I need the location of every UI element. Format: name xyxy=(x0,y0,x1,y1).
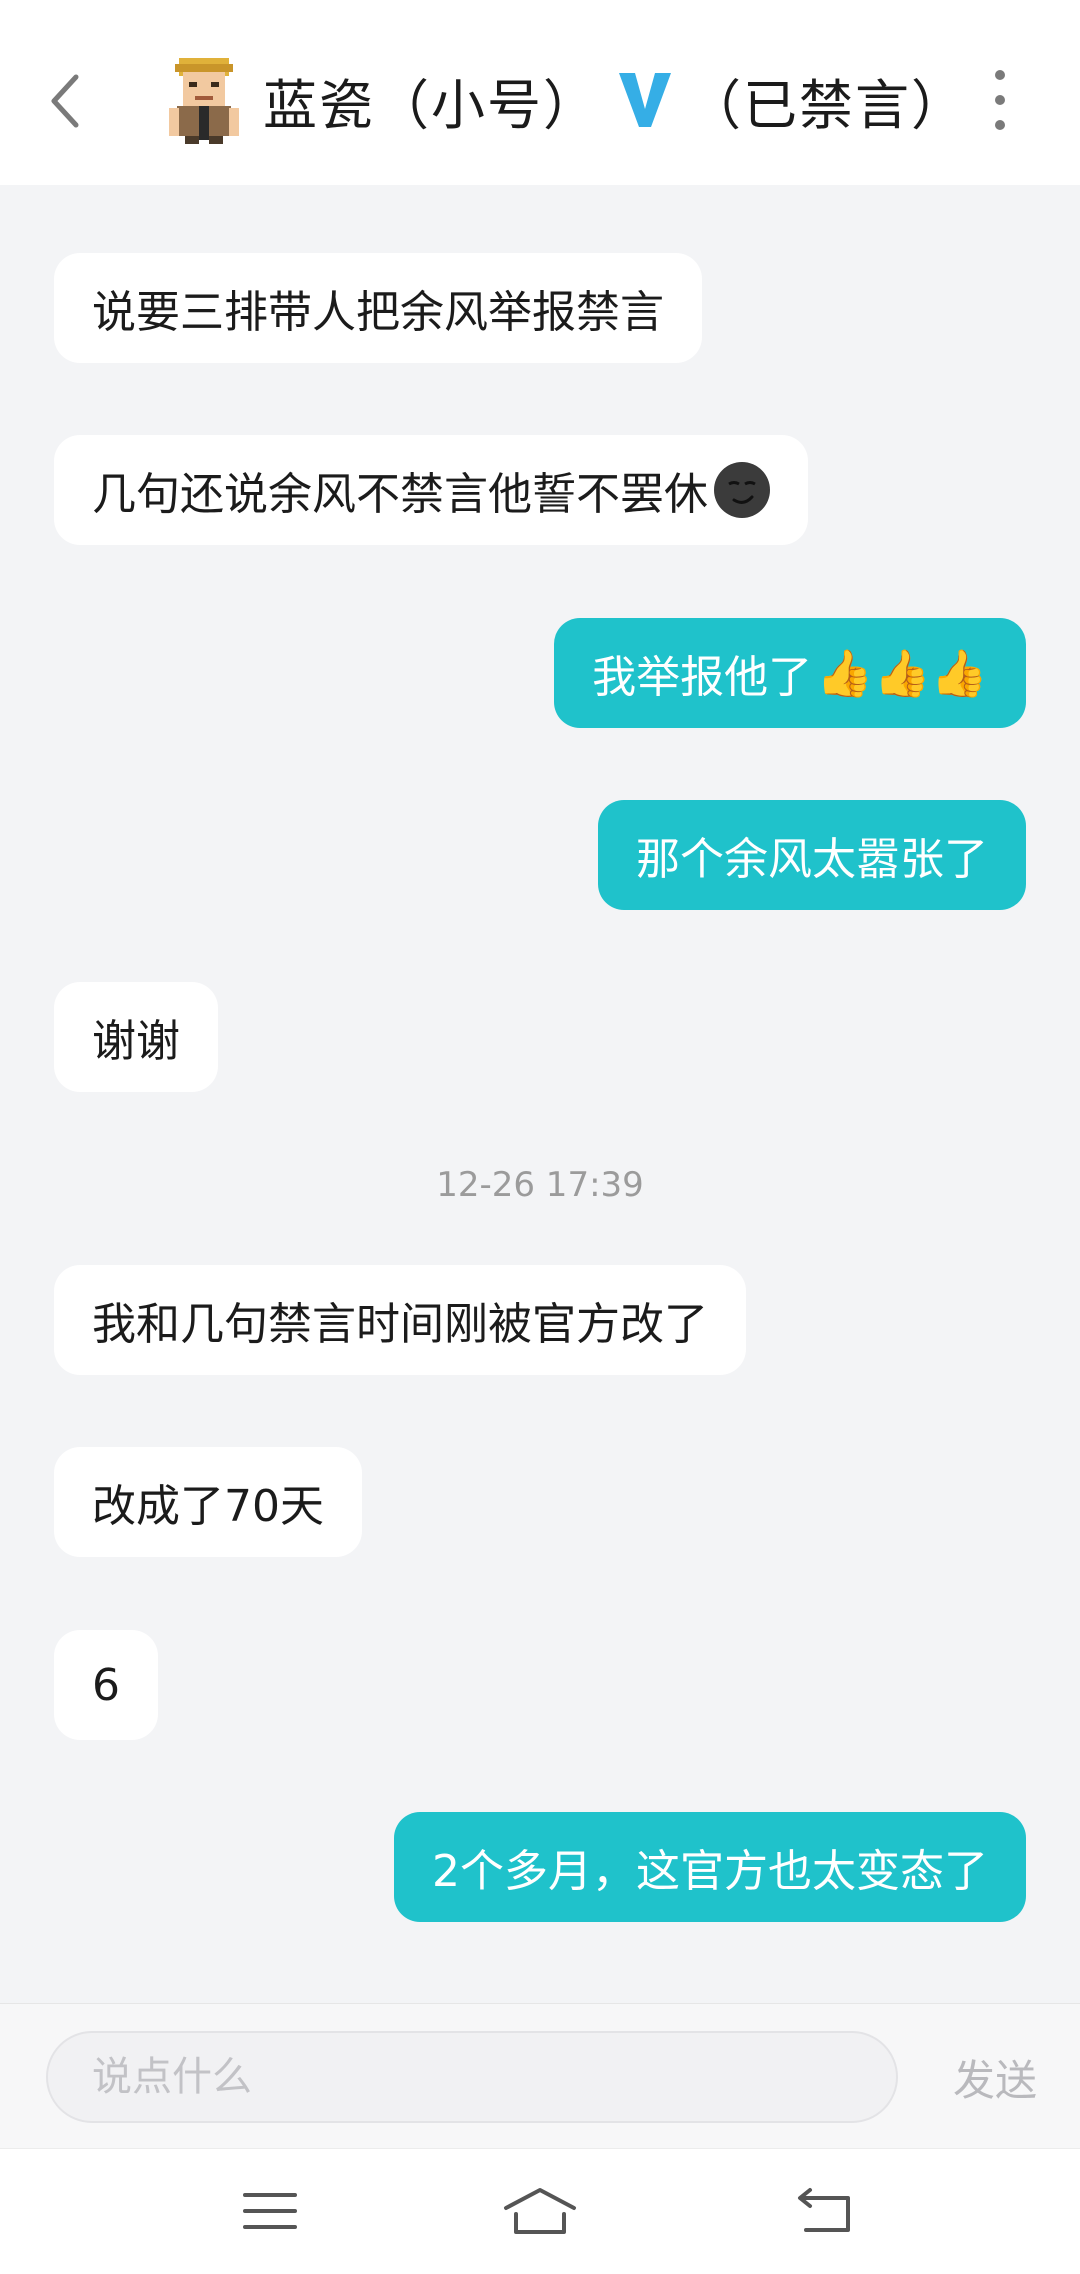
home-button[interactable] xyxy=(495,2181,585,2241)
message-bubble-incoming[interactable]: 6 xyxy=(54,1630,158,1740)
more-vertical-icon xyxy=(995,70,1005,80)
message-bubble-outgoing[interactable]: 我举报他了 👍👍👍 xyxy=(554,618,1026,728)
back-icon xyxy=(798,2188,850,2232)
avatar[interactable] xyxy=(165,56,243,144)
message-timestamp: 12-26 17:39 xyxy=(436,1165,644,1205)
message-bubble-incoming[interactable]: 谢谢 xyxy=(54,982,218,1092)
send-button[interactable]: 发送 xyxy=(930,2031,1060,2123)
message-bubble-incoming[interactable]: 几句还说余风不禁言他誓不罢休 xyxy=(54,435,808,545)
message-text: 2个多月，这官方也太变态了 xyxy=(432,1846,988,1897)
thumbs-up-emoji-icon: 👍👍👍 xyxy=(816,645,988,700)
chat-header: 蓝瓷（小号） （已禁言） xyxy=(0,0,1080,185)
vip-badge-icon xyxy=(619,73,671,127)
menu-icon xyxy=(243,2193,297,2229)
chat-title[interactable]: 蓝瓷（小号） （已禁言） xyxy=(165,55,967,145)
message-bubble-outgoing[interactable]: 那个余风太嚣张了 xyxy=(598,800,1026,910)
message-bubble-incoming[interactable]: 改成了70天 xyxy=(54,1447,362,1557)
home-icon xyxy=(504,2188,576,2234)
mute-status: （已禁言） xyxy=(687,73,967,137)
smirking-face-emoji-icon xyxy=(714,462,770,518)
message-bubble-incoming[interactable]: 我和几句禁言时间刚被官方改了 xyxy=(54,1265,746,1375)
menu-button[interactable] xyxy=(225,2181,315,2241)
message-bubble-outgoing[interactable]: 2个多月，这官方也太变态了 xyxy=(394,1812,1026,1922)
message-text: 那个余风太嚣张了 xyxy=(636,834,988,885)
message-text: 我和几句禁言时间刚被官方改了 xyxy=(92,1299,708,1350)
message-text: 改成了70天 xyxy=(92,1481,324,1532)
system-navigation-bar xyxy=(0,2148,1080,2274)
message-text: 6 xyxy=(92,1659,120,1711)
message-input[interactable] xyxy=(46,2031,898,2123)
message-text: 谢谢 xyxy=(92,1016,180,1067)
message-bubble-incoming[interactable]: 说要三排带人把余风举报禁言 xyxy=(54,253,702,363)
message-text: 我举报他了 xyxy=(592,652,813,703)
composer-bar: 发送 xyxy=(0,2003,1080,2149)
chevron-left-icon xyxy=(51,74,79,128)
more-options-button[interactable] xyxy=(975,70,1025,130)
message-text: 说要三排带人把余风举报禁言 xyxy=(92,287,664,338)
back-button[interactable] xyxy=(40,66,90,136)
back-nav-button[interactable] xyxy=(780,2181,870,2241)
message-list[interactable]: 说要三排带人把余风举报禁言 几句还说余风不禁言他誓不罢休 我举报他了 👍👍👍 那… xyxy=(0,185,1080,2003)
contact-name: 蓝瓷（小号） xyxy=(263,73,599,137)
message-text: 几句还说余风不禁言他誓不罢休 xyxy=(92,469,708,520)
